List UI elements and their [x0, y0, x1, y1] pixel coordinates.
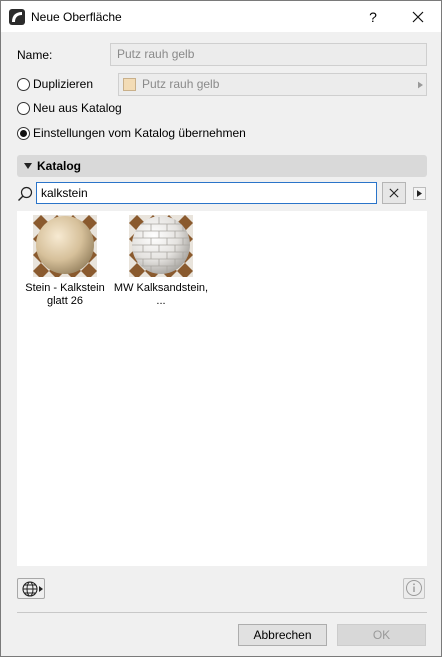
name-label: Name: [17, 48, 53, 62]
close-icon[interactable] [407, 7, 429, 27]
duplicate-radio[interactable] [17, 78, 30, 91]
take-settings-label[interactable]: Einstellungen vom Katalog übernehmen [33, 126, 246, 140]
catalog-section-header[interactable]: Katalog [17, 155, 427, 177]
clear-search-button[interactable] [382, 182, 406, 204]
dialog-title: Neue Oberfläche [31, 10, 122, 24]
globe-icon [22, 581, 43, 597]
brick-sphere-thumbnail [129, 215, 193, 277]
expand-catalog-button[interactable] [413, 187, 426, 200]
catalog-search-input[interactable] [36, 182, 377, 204]
catalog-item-name: MW Kalksandstein, ... [113, 282, 209, 307]
globe-button[interactable] [17, 578, 45, 599]
catalog-results-panel: Stein - Kalkstein glatt 26 MW Kalksandst… [17, 211, 427, 566]
name-field[interactable]: Putz rauh gelb [110, 43, 427, 66]
catalog-item-name: Stein - Kalkstein glatt 26 [25, 282, 105, 307]
title-bar: Neue Oberfläche ? [1, 1, 441, 32]
help-button[interactable]: ? [363, 7, 383, 27]
triangle-right-icon [418, 81, 423, 89]
duplicate-label[interactable]: Duplizieren [33, 77, 93, 91]
new-surface-dialog: Neue Oberfläche ? Name: Putz rauh gelb D… [0, 0, 442, 657]
info-button[interactable] [403, 578, 425, 599]
search-icon [18, 186, 33, 201]
info-icon [406, 580, 422, 596]
archicad-icon [9, 9, 25, 25]
ok-button[interactable]: OK [337, 624, 426, 646]
clear-x-icon [389, 188, 399, 198]
duplicate-select-value: Putz rauh gelb [142, 77, 220, 91]
new-from-catalog-label[interactable]: Neu aus Katalog [33, 101, 122, 115]
catalog-section-label: Katalog [37, 159, 82, 173]
name-value: Putz rauh gelb [117, 47, 195, 61]
take-settings-radio[interactable] [17, 127, 30, 140]
footer-divider [17, 612, 427, 613]
chevron-down-icon [24, 163, 32, 169]
duplicate-surface-select[interactable]: Putz rauh gelb [118, 73, 427, 96]
cancel-button[interactable]: Abbrechen [238, 624, 327, 646]
new-from-catalog-radio[interactable] [17, 102, 30, 115]
smooth-limestone-sphere-thumbnail [33, 215, 97, 277]
color-swatch [123, 78, 136, 91]
triangle-right-icon [417, 190, 422, 197]
